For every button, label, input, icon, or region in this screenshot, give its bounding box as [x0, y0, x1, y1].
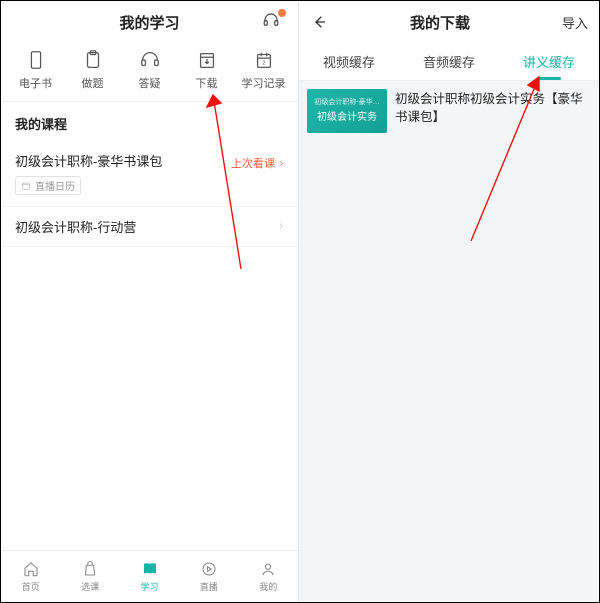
tab-audio-cache[interactable]: 音频缓存 [399, 43, 499, 80]
download-title: 初级会计职称初级会计实务【豪华书课包】 [395, 89, 591, 133]
page-title: 我的下载 [329, 12, 551, 33]
course-item[interactable]: 初级会计职称-豪华书课包 直播日历 上次看课 [1, 141, 298, 207]
import-button[interactable]: 导入 [551, 13, 599, 32]
nav-label: 选课 [81, 580, 99, 593]
toolbar-label: 答疑 [139, 75, 161, 91]
chevron-right-icon [277, 159, 286, 168]
calendar-icon [21, 181, 31, 191]
toolbar-ebook[interactable]: 电子书 [7, 49, 64, 91]
nav-label: 学习 [141, 580, 159, 593]
page-title: 我的学习 [119, 12, 179, 33]
download-item[interactable]: 初级会计职称-豪华… 初级会计实务 初级会计职称初级会计实务【豪华书课包】 [299, 81, 599, 141]
nav-label: 直播 [200, 580, 218, 593]
nav-live[interactable]: 直播 [179, 551, 238, 602]
nav-mine[interactable]: 我的 [239, 551, 298, 602]
chevron-right-icon [276, 221, 286, 231]
tab-video-cache[interactable]: 视频缓存 [299, 43, 399, 80]
last-watched[interactable]: 上次看课 [231, 155, 286, 171]
toolbar-label: 下载 [196, 75, 218, 91]
toolbar-qa[interactable]: 答疑 [121, 49, 178, 91]
section-title: 我的课程 [1, 102, 298, 141]
download-thumbnail: 初级会计职称-豪华… 初级会计实务 [307, 89, 387, 133]
course-name: 初级会计职称-行动营 [15, 217, 284, 236]
toolbar-practice[interactable]: 做题 [64, 49, 121, 91]
course-subtag[interactable]: 直播日历 [15, 176, 81, 195]
toolbar-label: 做题 [82, 75, 104, 91]
nav-courses[interactable]: 选课 [60, 551, 119, 602]
toolbar-label: 学习记录 [242, 75, 286, 91]
top-toolbar: 电子书 做题 答疑 下载 2 学习记录 [1, 43, 298, 102]
nav-study[interactable]: 学习 [120, 551, 179, 602]
notification-badge [278, 9, 286, 17]
arrow-left-icon [310, 13, 328, 31]
toolbar-history[interactable]: 2 学习记录 [235, 49, 292, 91]
toolbar-download[interactable]: 下载 [178, 49, 235, 91]
tab-handout-cache[interactable]: 讲义缓存 [499, 43, 599, 80]
course-item[interactable]: 初级会计职称-行动营 [1, 207, 298, 247]
nav-label: 我的 [259, 580, 277, 593]
toolbar-label: 电子书 [19, 75, 52, 91]
nav-label: 首页 [22, 580, 40, 593]
download-tabs: 视频缓存 音频缓存 讲义缓存 [299, 43, 599, 81]
support-icon[interactable] [262, 11, 284, 33]
svg-text:2: 2 [262, 61, 265, 67]
bottom-nav: 首页 选课 学习 直播 我的 [1, 550, 298, 602]
nav-home[interactable]: 首页 [1, 551, 60, 602]
